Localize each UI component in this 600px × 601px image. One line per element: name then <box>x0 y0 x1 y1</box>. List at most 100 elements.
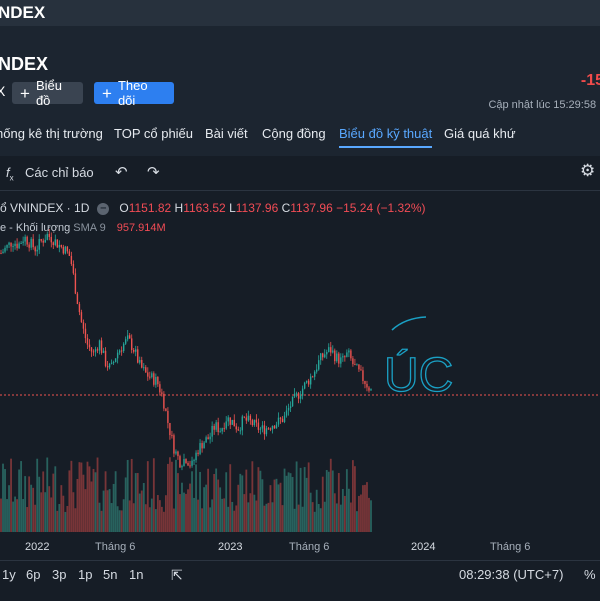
volume-bar <box>136 473 139 532</box>
candle-body <box>181 466 183 468</box>
volume-bar <box>237 484 240 532</box>
candle-body <box>18 243 20 249</box>
volume-bar <box>126 459 129 532</box>
price-chart[interactable]: ÚC <box>0 0 600 600</box>
candle-body <box>358 364 360 370</box>
candle-body <box>233 419 235 427</box>
volume-bar <box>329 458 332 532</box>
candle-body <box>205 437 207 443</box>
volume-bar <box>181 482 183 532</box>
candle-body <box>297 393 300 399</box>
candle-body <box>231 419 233 425</box>
volume-bar <box>140 490 143 532</box>
candle-body <box>362 370 364 382</box>
volume-bar <box>86 461 89 532</box>
volume-bar <box>205 484 208 532</box>
volume-bar <box>52 473 55 532</box>
candle-body <box>328 347 330 352</box>
candle-body <box>356 364 358 366</box>
volume-bar <box>307 462 310 532</box>
volume-bar <box>68 470 71 532</box>
range-1y[interactable]: 1y <box>2 567 16 582</box>
volume-bar <box>164 495 167 532</box>
candle-body <box>197 452 199 454</box>
volume-bar <box>191 471 193 532</box>
volume-bar <box>323 501 326 532</box>
volume-bar <box>54 466 57 532</box>
x-tick-jun-2024: Tháng 6 <box>490 541 531 553</box>
date-range-icon[interactable]: ⇱ <box>171 567 183 584</box>
volume-bar <box>211 499 214 532</box>
candle-body <box>149 376 151 378</box>
candle-body <box>52 242 54 246</box>
volume-bar <box>281 505 284 532</box>
volume-bar <box>88 466 91 532</box>
candle-body <box>315 369 318 372</box>
range-5n[interactable]: 5n <box>103 567 117 582</box>
candle-body <box>145 367 147 373</box>
volume-bar <box>197 499 199 532</box>
volume-bar <box>116 506 119 532</box>
volume-bar <box>173 508 175 532</box>
candle-body <box>147 372 149 377</box>
range-6p[interactable]: 6p <box>26 567 40 582</box>
candle-body <box>189 465 191 467</box>
x-tick-jun-2023: Tháng 6 <box>289 541 330 553</box>
candle-body <box>58 244 61 248</box>
candle-body <box>94 349 97 352</box>
volume-bar <box>193 497 195 532</box>
candle-body <box>279 417 282 419</box>
range-1n[interactable]: 1n <box>129 567 143 582</box>
candle-body <box>203 442 205 449</box>
percent-toggle[interactable]: % <box>584 567 596 582</box>
range-3p[interactable]: 3p <box>52 567 66 582</box>
candle-body <box>126 335 129 340</box>
candle-body <box>183 459 185 467</box>
volume-bar <box>8 485 10 532</box>
candle-body <box>70 255 73 264</box>
x-tick-2023: 2023 <box>218 541 243 553</box>
candle-body <box>169 422 171 436</box>
volume-bar <box>177 473 179 532</box>
volume-bar <box>261 479 264 532</box>
volume-bar <box>80 462 83 532</box>
candle-body <box>213 425 215 430</box>
volume-bar <box>317 503 320 532</box>
volume-bar <box>62 495 65 532</box>
range-1p[interactable]: 1p <box>78 567 92 582</box>
candle-body <box>350 350 352 359</box>
candle-body <box>6 244 8 248</box>
candle-body <box>211 425 213 437</box>
candle-body <box>283 415 286 423</box>
volume-bar <box>265 503 268 532</box>
volume-bar <box>253 494 256 532</box>
volume-bar <box>239 473 242 532</box>
volume-bar <box>337 473 340 532</box>
volume-bar <box>213 474 216 532</box>
candle-body <box>338 353 340 364</box>
volume-bar <box>219 487 222 532</box>
candle-body <box>346 352 348 357</box>
candle-body <box>114 358 117 363</box>
volume-bar <box>160 506 163 532</box>
candle-body <box>322 353 324 358</box>
volume-bar <box>56 510 59 532</box>
volume-bar <box>277 484 280 532</box>
volume-bar <box>325 470 328 532</box>
candle-body <box>320 353 322 361</box>
candle-body <box>271 425 274 430</box>
volume-bar <box>74 508 77 532</box>
volume-bar <box>30 484 33 532</box>
volume-bar <box>106 490 109 532</box>
volume-bar <box>134 473 137 532</box>
candle-body <box>64 246 67 254</box>
volume-bar <box>108 489 111 532</box>
candle-body <box>139 359 141 363</box>
volume-bars <box>0 457 372 532</box>
candle-body <box>217 422 219 433</box>
volume-bar <box>273 479 276 532</box>
volume-bar <box>84 489 87 532</box>
candle-body <box>269 428 272 430</box>
candle-body <box>80 312 83 323</box>
candle-body <box>291 396 294 407</box>
